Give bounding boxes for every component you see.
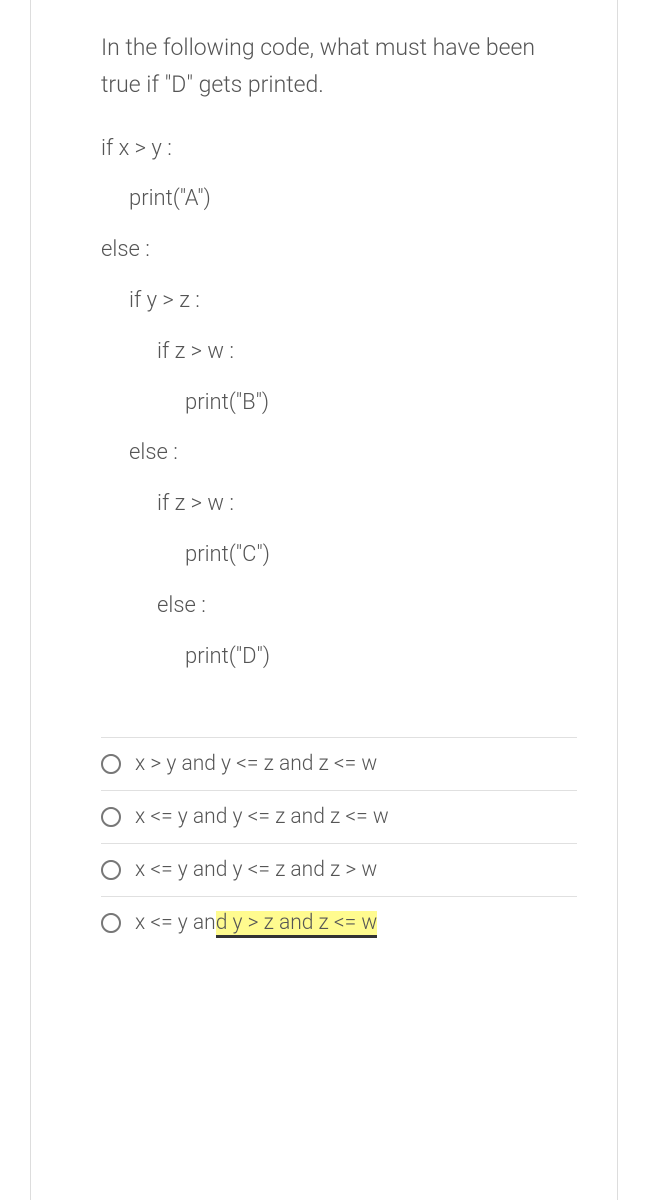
option-label: x > y and y <= z and z <= w xyxy=(135,752,377,776)
option-label: x <= y and y <= z and z <= w xyxy=(135,805,389,829)
code-line: print("B") xyxy=(101,388,577,419)
radio-icon xyxy=(101,754,121,774)
question-container: In the following code, what must have be… xyxy=(30,0,618,1200)
option-b[interactable]: x <= y and y <= z and z <= w xyxy=(101,790,577,843)
code-line: if y > z : xyxy=(101,286,577,317)
code-block: if x > y : print("A") else : if y > z : … xyxy=(101,134,577,673)
option-a[interactable]: x > y and y <= z and z <= w xyxy=(101,737,577,790)
code-line: else : xyxy=(101,438,577,469)
option-c[interactable]: x <= y and y <= z and z > w xyxy=(101,843,577,896)
highlighted-text: d y > z and z <= w xyxy=(216,911,377,938)
radio-icon xyxy=(101,807,121,827)
code-line: if z > w : xyxy=(101,337,577,368)
code-line: print("C") xyxy=(101,540,577,571)
option-d[interactable]: x <= y and y > z and z <= w xyxy=(101,896,577,949)
code-line: if z > w : xyxy=(101,489,577,520)
code-line: print("D") xyxy=(101,642,577,673)
option-label: x <= y and y > z and z <= w xyxy=(135,911,377,935)
radio-icon xyxy=(101,860,121,880)
option-label: x <= y and y <= z and z > w xyxy=(135,858,377,882)
options-section: x > y and y <= z and z <= w x <= y and y… xyxy=(101,737,577,949)
radio-icon xyxy=(101,913,121,933)
code-line: if x > y : xyxy=(101,134,577,165)
question-prompt: In the following code, what must have be… xyxy=(101,30,577,104)
code-line: else : xyxy=(101,235,577,266)
code-line: print("A") xyxy=(101,184,577,215)
code-line: else : xyxy=(101,591,577,622)
